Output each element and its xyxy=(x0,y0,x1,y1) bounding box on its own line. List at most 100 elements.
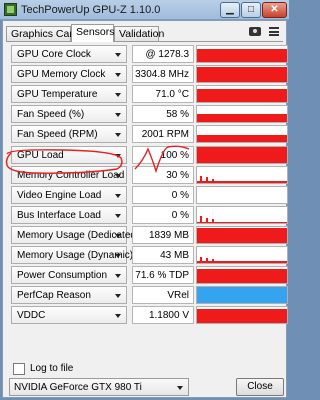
sensor-name-dropdown[interactable]: Memory Usage (Dedicated) xyxy=(11,225,139,244)
sensor-graph-spike xyxy=(200,176,202,183)
sensor-graph xyxy=(196,65,288,84)
sensor-graph xyxy=(196,286,288,305)
sensor-row: Power Consumption 71.6 % TDP xyxy=(11,266,288,285)
sensor-graph-spike xyxy=(206,177,208,183)
sensor-graph-fill xyxy=(197,268,287,284)
sensor-value-box: 58 % xyxy=(132,105,194,124)
gpu-z-app-icon xyxy=(4,3,17,16)
sensor-graph-fill xyxy=(197,147,287,163)
sensor-value: 1.1800 V xyxy=(148,310,189,322)
sensor-name: GPU Load xyxy=(17,149,64,161)
sensor-row: GPU Temperature 71.0 °C xyxy=(11,85,288,104)
sensor-graph-spike xyxy=(206,217,208,223)
sensor-name-dropdown[interactable]: Bus Interface Load xyxy=(11,205,127,224)
chevron-down-icon xyxy=(115,173,121,178)
sensor-name: PerfCap Reason xyxy=(17,290,91,302)
sensor-value: 2001 RPM xyxy=(141,129,189,141)
tab-validation[interactable]: Validation xyxy=(114,26,164,41)
sensor-graph-fill xyxy=(197,260,287,263)
sensor-name-dropdown[interactable]: Memory Controller Load xyxy=(11,165,127,184)
sensor-name: Fan Speed (RPM) xyxy=(17,129,98,141)
gpu-select-dropdown[interactable]: NVIDIA GeForce GTX 980 Ti xyxy=(9,378,189,396)
sensor-name-dropdown[interactable]: GPU Memory Clock xyxy=(11,65,127,84)
sensor-graph-fill xyxy=(197,113,287,123)
chevron-down-icon xyxy=(115,314,121,319)
sensor-value: 71.6 % TDP xyxy=(135,270,189,282)
chevron-down-icon xyxy=(177,386,183,390)
sensor-name-dropdown[interactable]: GPU Load xyxy=(11,145,127,164)
camera-icon[interactable] xyxy=(249,27,261,36)
sensor-graph-spike xyxy=(206,257,208,263)
tab-graphics-card[interactable]: Graphics Card xyxy=(6,26,79,41)
sensor-graph xyxy=(196,306,288,325)
sensor-value-box: 71.0 °C xyxy=(132,85,194,104)
sensor-value-box: 0 % xyxy=(132,185,194,204)
tab-sensors[interactable]: Sensors xyxy=(71,24,115,42)
chevron-down-icon xyxy=(115,133,121,138)
gpu-select-value: NVIDIA GeForce GTX 980 Ti xyxy=(14,382,142,393)
sensor-graph-fill xyxy=(197,89,287,103)
sensor-graph-spike xyxy=(212,259,214,263)
menu-icon[interactable] xyxy=(269,27,279,36)
sensor-value-box: VRel xyxy=(132,286,194,305)
close-button[interactable]: Close xyxy=(236,378,284,396)
sensor-row: GPU Load 100 % xyxy=(11,145,288,165)
sensor-value: 100 % xyxy=(160,149,189,161)
chevron-down-icon xyxy=(115,73,121,78)
sensor-row: PerfCap Reason VRel xyxy=(11,286,288,305)
sensor-value-box: 71.6 % TDP xyxy=(132,266,194,285)
chevron-down-icon xyxy=(115,254,121,258)
sensor-name-dropdown[interactable]: Video Engine Load xyxy=(11,185,127,204)
main-panel: Graphics Card Sensors Validation GPU Cor… xyxy=(2,20,288,398)
sensor-row: Video Engine Load 0 % xyxy=(11,185,288,205)
chevron-down-icon xyxy=(115,153,121,158)
sensor-graph-spike xyxy=(200,256,202,263)
sensor-value-box: @ 1278.3 xyxy=(132,45,194,63)
sensor-value: VRel xyxy=(167,290,189,302)
log-to-file-checkbox[interactable] xyxy=(13,363,25,375)
chevron-down-icon xyxy=(115,213,121,218)
sensor-value: 0 % xyxy=(171,209,189,221)
sensor-graph xyxy=(196,45,288,63)
sensor-name-dropdown[interactable]: PerfCap Reason xyxy=(11,286,127,305)
sensor-row: Memory Controller Load 30 % xyxy=(11,165,288,185)
sensor-graph-spike xyxy=(212,218,214,223)
sensor-graph xyxy=(196,125,288,144)
chevron-down-icon xyxy=(115,274,121,279)
sensor-value: 0 % xyxy=(171,189,189,201)
sensor-name-dropdown[interactable]: Fan Speed (RPM) xyxy=(11,125,127,144)
sensor-graph-fill xyxy=(197,135,287,143)
sensor-graph-spike xyxy=(212,178,214,183)
sensor-graph-fill xyxy=(197,49,287,62)
maximize-button[interactable]: □ xyxy=(241,2,261,18)
sensor-name-dropdown[interactable]: VDDC xyxy=(11,306,127,325)
sensor-value: 71.0 °C xyxy=(155,89,189,101)
sensor-graph xyxy=(196,205,288,224)
sensor-name-dropdown[interactable]: Fan Speed (%) xyxy=(11,105,127,124)
sensor-graph-spike xyxy=(200,216,202,223)
sensor-row: Bus Interface Load 0 % xyxy=(11,205,288,225)
sensor-name-dropdown[interactable]: Memory Usage (Dynamic) xyxy=(11,246,133,264)
sensor-name: VDDC xyxy=(17,310,46,322)
sensor-value-box: 100 % xyxy=(132,145,194,164)
chevron-down-icon xyxy=(115,93,121,98)
close-window-button[interactable]: ✕ xyxy=(262,2,287,18)
sensor-name-dropdown[interactable]: Power Consumption xyxy=(11,266,127,285)
sensor-value-box: 43 MB xyxy=(132,246,194,264)
title-bar: TechPowerUp GPU-Z 1.10.0 ▁ □ ✕ xyxy=(0,0,289,20)
sensor-value-box: 1839 MB xyxy=(132,225,194,244)
sensor-graph xyxy=(196,165,288,184)
minimize-button[interactable]: ▁ xyxy=(220,2,240,18)
sensor-name: Fan Speed (%) xyxy=(17,109,85,121)
sensor-name: Bus Interface Load xyxy=(17,209,101,221)
sensor-name: Video Engine Load xyxy=(17,189,102,201)
sensor-value-box: 2001 RPM xyxy=(132,125,194,144)
sensor-name-dropdown[interactable]: GPU Core Clock xyxy=(11,45,127,63)
sensor-name-dropdown[interactable]: GPU Temperature xyxy=(11,85,127,104)
sensor-value: 58 % xyxy=(166,109,189,121)
sensor-name: GPU Temperature xyxy=(17,89,98,101)
sensor-graph xyxy=(196,266,288,285)
sensor-row: VDDC 1.1800 V xyxy=(11,306,288,325)
sensor-graph-fill xyxy=(197,227,287,243)
sensor-graph xyxy=(196,105,288,124)
